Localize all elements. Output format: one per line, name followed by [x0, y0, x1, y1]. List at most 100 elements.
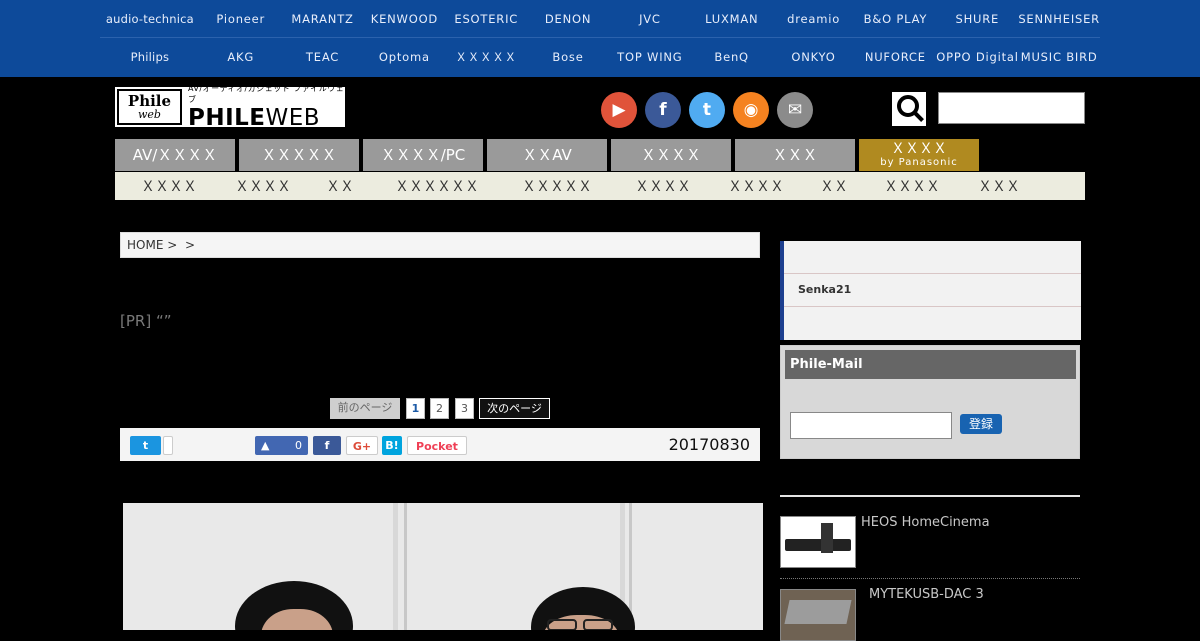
logo-mark-top: Phile: [127, 92, 172, 110]
tweet-count: [163, 436, 173, 455]
brand-link[interactable]: ESOTERIC: [445, 12, 527, 26]
brand-row-2: Philips AKG TEAC Optoma ＸＸＸＸＸ Bose TOP W…: [100, 38, 1100, 76]
subnav-item[interactable]: ＸＸＸＸＸ: [497, 176, 617, 196]
breadcrumb-separator: >: [184, 238, 195, 252]
subnav-item[interactable]: ＸＸＸＸ: [617, 176, 709, 196]
brand-link[interactable]: KENWOOD: [363, 12, 445, 26]
subnav-item[interactable]: ＸＸＸＸＸＸ: [377, 176, 497, 196]
mail-signup: Phile-Mail 登録: [780, 345, 1080, 459]
logo-wordmark: AV/オーディオ/ガジェット ファイルウェブ PHILEWEB: [188, 83, 345, 131]
search-input[interactable]: [938, 92, 1085, 124]
mail-title: Phile-Mail: [785, 350, 1076, 379]
subnav-item[interactable]: ＸＸＸＸ: [115, 176, 223, 196]
logo-mark-bottom: web: [138, 108, 161, 121]
page-number[interactable]: 2: [430, 398, 449, 419]
brand-link[interactable]: LUXMAN: [691, 12, 773, 26]
tweet-button[interactable]: t: [130, 436, 161, 455]
brand-link[interactable]: MARANTZ: [282, 12, 364, 26]
brand-link[interactable]: Optoma: [363, 50, 445, 64]
breadcrumb-separator: >: [167, 238, 178, 252]
share-bar: t ▲ 0 f G+ B! Pocket 20170830: [120, 428, 760, 461]
article-date: 20170830: [668, 435, 750, 454]
youtube-icon[interactable]: ▶: [601, 92, 637, 128]
subnav-item[interactable]: ＸＸ: [303, 176, 377, 196]
brand-link[interactable]: BenQ: [691, 50, 773, 64]
logo-word: PHILEWEB: [188, 105, 345, 131]
facebook-share-icon[interactable]: f: [313, 436, 341, 455]
brand-link[interactable]: ONKYO: [773, 50, 855, 64]
brand-link[interactable]: Pioneer: [200, 12, 282, 26]
site-logo[interactable]: Phile web AV/オーディオ/ガジェット ファイルウェブ PHILEWE…: [115, 84, 345, 131]
mail-glyph: ✉: [787, 100, 803, 120]
brand-link[interactable]: AKG: [200, 50, 282, 64]
like-button[interactable]: ▲ 0: [255, 436, 308, 455]
subwoofer-image: [821, 523, 833, 553]
logo-word-light: WEB: [265, 105, 321, 131]
sidebar-row[interactable]: Senka21: [784, 274, 1081, 307]
page-number[interactable]: 1: [406, 398, 425, 419]
mail-icon[interactable]: ✉: [777, 92, 813, 128]
brand-link[interactable]: DENON: [527, 12, 609, 26]
nav-item[interactable]: ＸＸAV: [487, 139, 607, 171]
nav-item[interactable]: ＸＸＸＸ: [611, 139, 731, 171]
related-title[interactable]: MYTEKUSB-DAC 3: [869, 587, 984, 602]
page-number[interactable]: 3: [455, 398, 474, 419]
section-divider: [780, 495, 1080, 497]
brand-link[interactable]: ＸＸＸＸＸ: [445, 49, 527, 65]
subnav-item[interactable]: ＸＸＸ: [959, 176, 1039, 196]
brand-link[interactable]: Bose: [527, 50, 609, 64]
pocket-button[interactable]: Pocket: [407, 436, 467, 455]
subnav-item[interactable]: ＸＸＸＸ: [865, 176, 959, 196]
search-icon[interactable]: [892, 92, 926, 126]
nav-item[interactable]: ＸＸＸＸ/PC: [363, 139, 483, 171]
prev-page-button[interactable]: 前のページ: [330, 398, 400, 419]
logo-word-bold: PHILE: [187, 105, 266, 131]
sidebar-box: Senka21: [780, 241, 1081, 340]
breadcrumb: HOME > >: [120, 232, 760, 258]
related-divider: [780, 578, 1080, 579]
brand-link[interactable]: MUSIC BIRD: [1018, 50, 1100, 64]
sub-nav: ＸＸＸＸ ＸＸＸＸ ＸＸ ＸＸＸＸＸＸ ＸＸＸＸＸ ＸＸＸＸ ＸＸＸＸ ＸＸ Ｘ…: [115, 172, 1085, 200]
related-thumbnail[interactable]: [780, 589, 856, 641]
rss-glyph: ◉: [743, 100, 759, 120]
mail-input[interactable]: [790, 412, 952, 439]
gplus-button[interactable]: G+: [346, 436, 378, 455]
facebook-share-glyph: f: [324, 439, 330, 452]
breadcrumb-home[interactable]: HOME: [127, 238, 163, 252]
brand-link[interactable]: NUFORCE: [854, 50, 936, 64]
related-thumbnail[interactable]: [780, 516, 856, 568]
nav-item[interactable]: ＸＸＸ: [735, 139, 855, 171]
brand-link[interactable]: TOP WING: [609, 50, 691, 64]
photo-glasses: [547, 619, 577, 630]
brand-link[interactable]: audio-technica: [100, 12, 200, 26]
like-count: 0: [295, 439, 302, 452]
mail-register-button[interactable]: 登録: [960, 414, 1002, 434]
nav-item-panasonic[interactable]: ＸＸＸＸ by Panasonic: [859, 139, 979, 171]
subnav-item[interactable]: ＸＸＸＸ: [709, 176, 803, 196]
twitter-share-icon: t: [142, 439, 149, 452]
next-page-button[interactable]: 次のページ: [479, 398, 550, 419]
sidebar-row[interactable]: [784, 241, 1081, 274]
brand-link[interactable]: dreamio: [773, 12, 855, 26]
article-title: [PR] “”: [120, 312, 172, 330]
brand-link[interactable]: SHURE: [936, 12, 1018, 26]
facebook-icon[interactable]: f: [645, 92, 681, 128]
hatena-button[interactable]: B!: [382, 436, 402, 455]
brand-link[interactable]: Philips: [100, 50, 200, 64]
brand-link[interactable]: B&O PLAY: [855, 12, 937, 26]
brand-link[interactable]: JVC: [609, 12, 691, 26]
search-handle: [914, 112, 924, 122]
twitter-icon[interactable]: t: [689, 92, 725, 128]
nav-item[interactable]: ＸＸＸＸＸ: [239, 139, 359, 171]
logo-tagline: AV/オーディオ/ガジェット ファイルウェブ: [187, 84, 345, 104]
brand-link[interactable]: TEAC: [282, 50, 364, 64]
brand-link[interactable]: OPPO Digital: [936, 50, 1018, 64]
subnav-item[interactable]: ＸＸ: [803, 176, 865, 196]
subnav-item[interactable]: ＸＸＸＸ: [223, 176, 303, 196]
nav-item[interactable]: AV/ＸＸＸＸ: [115, 139, 235, 171]
related-title[interactable]: HEOS HomeCinema: [861, 515, 990, 530]
brand-link[interactable]: SENNHEISER: [1018, 12, 1100, 26]
rss-icon[interactable]: ◉: [733, 92, 769, 128]
sidebar-row[interactable]: [784, 307, 1081, 340]
pocket-label: Pocket: [416, 440, 458, 453]
